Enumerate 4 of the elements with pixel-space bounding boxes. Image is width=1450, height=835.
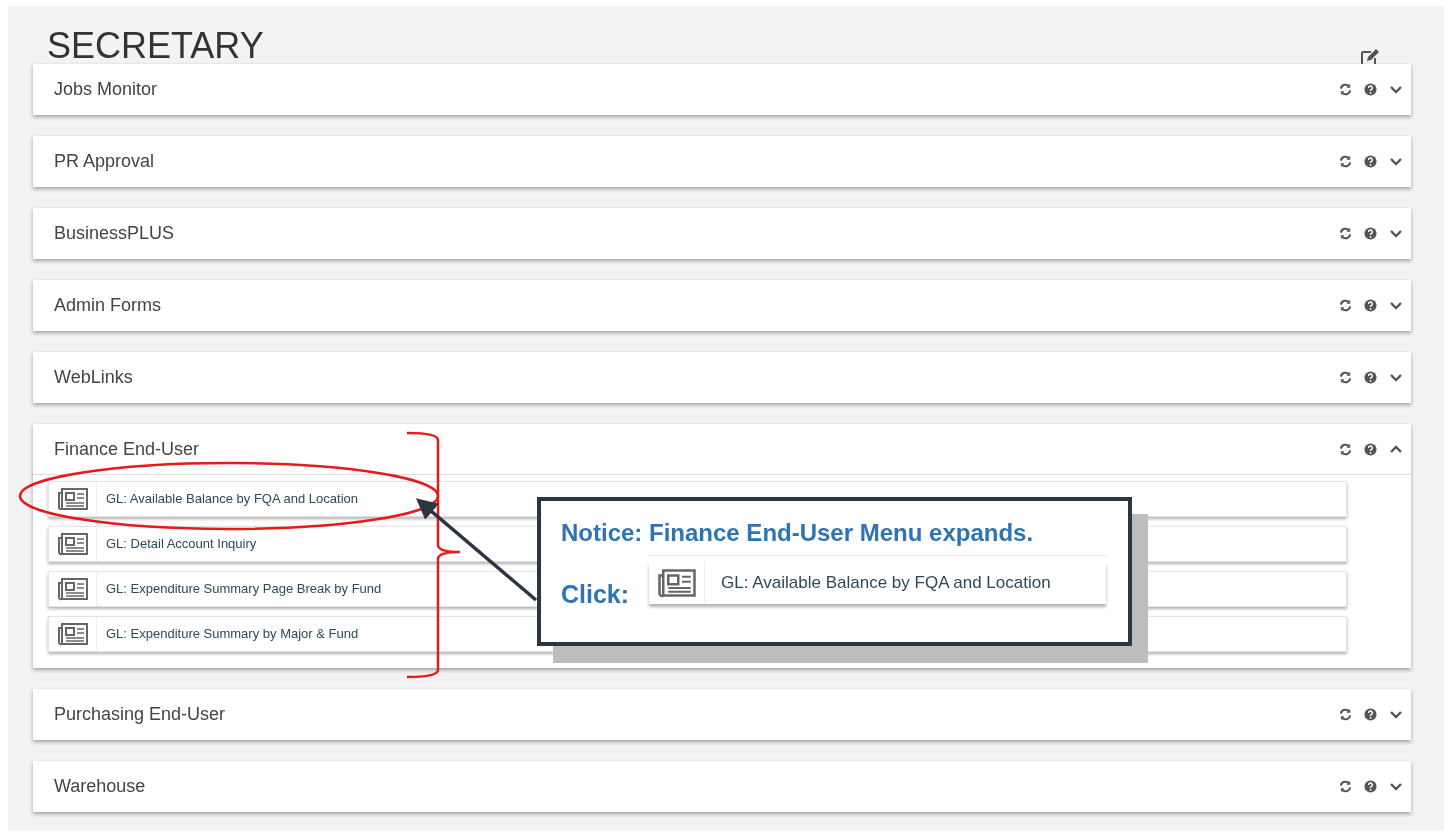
item-preview-label: GL: Available Balance by FQA and Location bbox=[720, 572, 1051, 595]
page-title: SECRETARY bbox=[47, 28, 264, 64]
click-label: Click: bbox=[561, 582, 630, 607]
notice-text: Notice: Finance End-User Menu expands. bbox=[561, 521, 1035, 545]
